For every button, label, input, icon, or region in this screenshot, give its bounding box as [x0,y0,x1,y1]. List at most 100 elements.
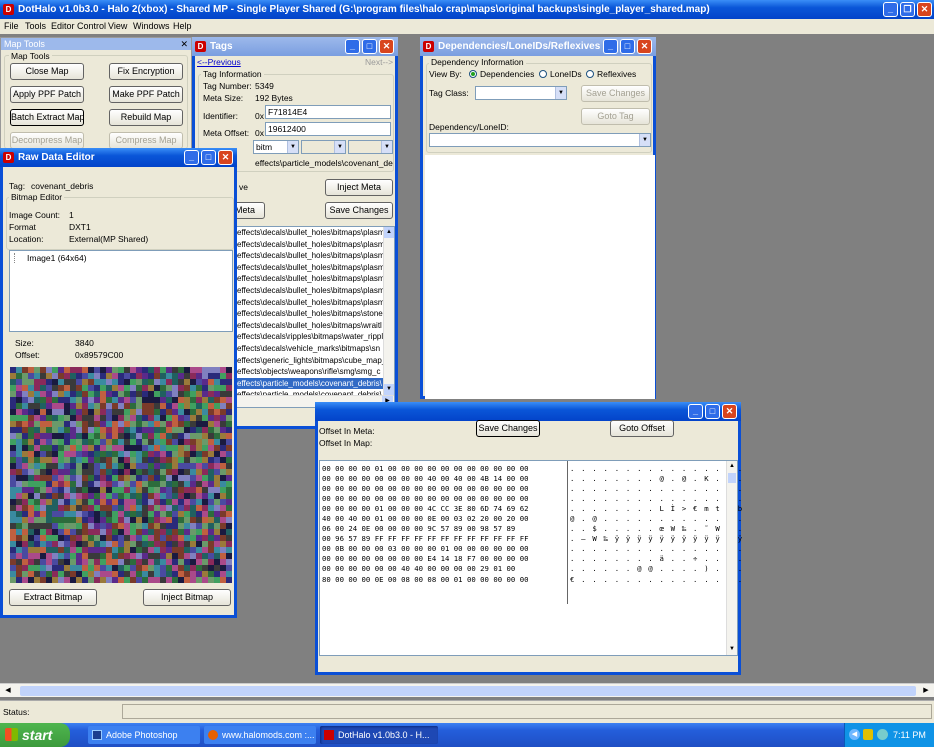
ascii-row[interactable]: . . . . . . . . . . . . . . . . [570,484,742,494]
dependency-list[interactable] [425,155,655,399]
radio-loneids[interactable]: LoneIDs [539,69,582,79]
close-map-button[interactable]: Close Map [10,63,84,80]
tray-arrow-icon[interactable]: ◀ [849,729,860,740]
tag-filter-select-3[interactable]: ▼ [348,140,393,154]
tree-item-image1[interactable]: Image1 (64x64) [14,253,87,263]
restore-icon[interactable]: ❐ [900,2,915,17]
scroll-right-icon[interactable]: ▶ [920,685,932,697]
hex-save-changes-button[interactable]: Save Changes [476,420,540,437]
hex-row[interactable]: 00 00 00 00 00 00 00 00 00 00 00 00 00 0… [322,494,565,504]
make-ppf-patch-button[interactable]: Make PPF Patch [109,86,183,103]
menu-windows[interactable]: Windows [133,19,170,34]
tags-close-icon[interactable]: ✕ [379,39,394,54]
tag-list-item[interactable]: effects\decals\vehicle_marks\bitmaps\sn [236,343,384,355]
raw-close-icon[interactable]: ✕ [218,150,233,165]
tag-list-item[interactable]: effects\generic_lights\bitmaps\cube_map_ [236,355,384,367]
hex-row[interactable]: 00 00 00 00 01 00 00 00 4C CC 3E 80 6D 7… [322,504,565,514]
hex-row[interactable]: 40 00 40 00 01 00 00 00 0E 00 03 02 20 0… [322,514,565,524]
tray-shield-icon[interactable] [863,729,873,740]
taskbar-item-browser[interactable]: www.halomods.com :... [204,726,316,744]
rebuild-map-button[interactable]: Rebuild Map [109,109,183,126]
ascii-row[interactable]: . . . . . . . . . . . . . . . . [570,464,742,474]
image-tree[interactable]: Image1 (64x64) [9,250,233,332]
tag-list-item[interactable]: effects\objects\weapons\rifle\smg\smg_c [236,366,384,378]
radio-reflexives[interactable]: Reflexives [586,69,636,79]
scroll-down-icon[interactable]: ▼ [384,384,394,395]
tray-network-icon[interactable] [877,729,888,740]
dependency-select[interactable]: ▼ [429,133,651,147]
scroll-up-icon[interactable]: ▲ [384,227,394,238]
scroll-up-icon[interactable]: ▲ [727,461,737,472]
goto-offset-button[interactable]: Goto Offset [610,420,674,437]
taskbar-item-dothalo[interactable]: DotHalo v1.0b3.0 - H... [320,726,438,744]
tag-list-item[interactable]: effects\decals\bullet_holes\bitmaps\plas… [236,227,384,239]
hex-row[interactable]: 00 00 00 00 01 00 00 00 00 00 00 00 00 0… [322,464,565,474]
tag-class-select[interactable]: bitm ▼ [253,140,299,154]
scroll-thumb[interactable] [20,686,916,696]
inject-meta-button[interactable]: Inject Meta [325,179,393,196]
taskbar-item-photoshop[interactable]: Adobe Photoshop [88,726,200,744]
tags-titlebar[interactable]: D Tags _ □ ✕ [192,37,398,56]
hex-row[interactable]: 80 00 00 00 0E 00 08 00 08 00 01 00 00 0… [322,575,565,585]
tags-maximize-icon[interactable]: □ [362,39,377,54]
hex-row[interactable]: 00 00 00 00 00 00 00 00 E4 14 18 F7 00 0… [322,554,565,564]
menu-file[interactable]: File [4,19,19,34]
inject-bitmap-button[interactable]: Inject Bitmap [143,589,231,606]
deps-titlebar[interactable]: D Dependencies/LoneIDs/Reflexives _ □ ✕ [420,37,656,56]
ascii-row[interactable]: . . . . . . . . . . . . . . . . [570,544,742,554]
ascii-row[interactable]: € . . . . . . . . . . . . . . . [570,575,742,585]
menu-editor-control[interactable]: Editor Control [51,19,106,34]
tag-list-item[interactable]: effects\decals\bullet_holes\bitmaps\plas… [236,239,384,251]
meta-offset-field[interactable]: 19612400 [265,122,391,136]
apply-ppf-patch-button[interactable]: Apply PPF Patch [10,86,84,103]
dep-tag-class-select[interactable]: ▼ [475,86,567,100]
main-hscroll[interactable]: ◀ ▶ [0,683,934,697]
map-tools-close-icon[interactable]: ✕ [180,38,188,50]
decompress-map-button[interactable]: Decompress Map [10,132,84,149]
ascii-row[interactable]: . . . . . . . . . . . . . . . . [570,494,742,504]
menu-view[interactable]: View [108,19,127,34]
tags-minimize-icon[interactable]: _ [345,39,360,54]
menu-help[interactable]: Help [173,19,192,34]
ascii-row[interactable]: . . . . . . . . ä . . ÷ . . . . [570,554,742,564]
tag-list-item[interactable]: effects\decals\bullet_holes\bitmaps\plas… [236,262,384,274]
scroll-thumb[interactable] [728,473,736,483]
tag-list-item[interactable]: effects\decals\bullet_holes\bitmaps\wrai… [236,320,384,332]
tag-list-item[interactable]: effects\decals\ripples\bitmaps\water_rip… [236,331,384,343]
hex-close-icon[interactable]: ✕ [722,404,737,419]
hex-row[interactable]: 00 00 00 00 00 00 00 00 00 00 00 00 00 0… [322,484,565,494]
ascii-row[interactable]: . . $ . . . . . œ W ‰ . ˜ W ‰ . [570,524,742,534]
identifier-field[interactable]: F71814E4 [265,105,391,119]
hex-maximize-icon[interactable]: □ [705,404,720,419]
radio-dependencies[interactable]: Dependencies [469,69,534,79]
raw-titlebar[interactable]: D Raw Data Editor _ □ ✕ [0,148,237,167]
hex-row[interactable]: 00 0B 00 00 00 03 00 00 00 01 00 00 00 0… [322,544,565,554]
compress-map-button[interactable]: Compress Map [109,132,183,149]
minimize-icon[interactable]: _ [883,2,898,17]
hex-view[interactable]: 00 00 00 00 01 00 00 00 00 00 00 00 00 0… [319,460,742,656]
tag-list-item[interactable]: effects\decals\bullet_holes\bitmaps\plas… [236,285,384,297]
close-icon[interactable]: ✕ [917,2,932,17]
batch-extract-map-button[interactable]: Batch Extract Map [10,109,84,126]
tag-list-item[interactable]: effects\decals\bullet_holes\bitmaps\plas… [236,250,384,262]
ascii-row[interactable]: . . . . . . @ @ . . . . ) . . . [570,564,742,574]
start-button[interactable]: start [0,723,70,747]
hex-vscroll[interactable]: ▲ ▼ [726,461,737,655]
tag-path-field[interactable]: effects\particle_models\covenant_deb [253,157,393,171]
tag-list-item[interactable]: effects\decals\bullet_holes\bitmaps\plas… [236,297,384,309]
fix-encryption-button[interactable]: Fix Encryption [109,63,183,80]
tag-save-changes-button[interactable]: Save Changes [325,202,393,219]
hex-row[interactable]: 00 00 00 00 00 00 40 40 00 00 00 00 29 0… [322,564,565,574]
hex-bytes-pane[interactable]: 00 00 00 00 01 00 00 00 00 00 00 00 00 0… [322,464,565,604]
ascii-row[interactable]: . . . . . . . . @ . @ . K . . . [570,474,742,484]
hex-minimize-icon[interactable]: _ [688,404,703,419]
hex-row[interactable]: 00 96 57 89 FF FF FF FF FF FF FF FF FF F… [322,534,565,544]
clock[interactable]: 7:11 PM [893,730,926,740]
tag-list-item[interactable]: effects\particle_models\covenant_debris\ [236,377,384,390]
hex-row[interactable]: 06 00 24 0E 00 00 00 00 9C 57 89 00 98 5… [322,524,565,534]
ascii-row[interactable]: . . . . . . . . L Ì > € m t i b [570,504,742,514]
raw-minimize-icon[interactable]: _ [184,150,199,165]
ascii-row[interactable]: . – W ‰ ÿ ÿ ÿ ÿ ÿ ÿ ÿ ÿ ÿ ÿ ÿ ÿ [570,534,742,544]
scroll-left-icon[interactable]: ◀ [2,685,14,697]
hex-titlebar[interactable]: _ □ ✕ [315,402,741,421]
